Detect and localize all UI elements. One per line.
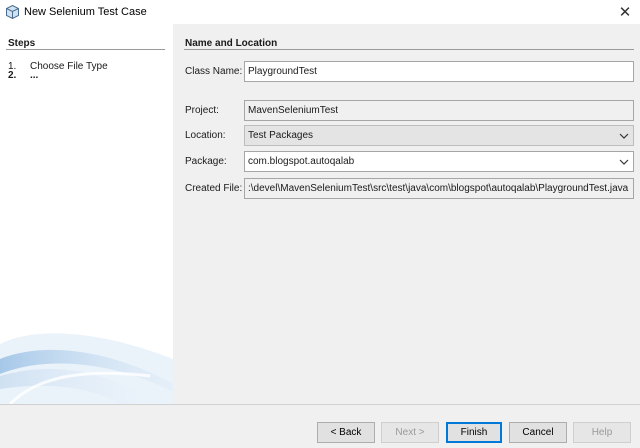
step-label: Choose File Type <box>30 61 108 72</box>
created-file-field: :\devel\MavenSeleniumTest\src\test\java\… <box>244 178 634 199</box>
back-button[interactable]: < Back <box>317 422 375 443</box>
class-name-value: PlaygroundTest <box>248 66 317 77</box>
steps-heading: Steps <box>8 38 36 49</box>
project-value: MavenSeleniumTest <box>248 105 339 116</box>
next-button[interactable]: Next > <box>381 422 439 443</box>
close-button[interactable]: ✕ <box>610 0 640 24</box>
chevron-down-icon <box>619 159 629 165</box>
chevron-down-icon <box>619 133 629 139</box>
step-number: 2. <box>8 70 17 81</box>
steps-panel: Steps 1. Choose File Type 2.... <box>0 24 173 404</box>
location-value: Test Packages <box>248 130 314 141</box>
decorative-swoosh-image <box>0 333 173 404</box>
created-file-value: :\devel\MavenSeleniumTest\src\test\java\… <box>248 183 629 194</box>
section-divider <box>184 49 634 50</box>
finish-button[interactable]: Finish <box>446 422 502 443</box>
cancel-button[interactable]: Cancel <box>509 422 567 443</box>
step-item-current: 2.... <box>8 70 38 81</box>
title-bar: New Selenium Test Case ✕ <box>0 0 640 24</box>
help-button[interactable]: Help <box>573 422 631 443</box>
close-icon: ✕ <box>618 4 632 21</box>
wizard-button-bar: < Back Next > Finish Cancel Help <box>0 404 640 448</box>
app-cube-icon <box>6 5 19 19</box>
class-name-input[interactable]: PlaygroundTest <box>244 61 634 82</box>
project-label: Project: <box>185 105 219 116</box>
created-file-label: Created File: <box>185 183 243 194</box>
steps-divider <box>6 49 165 50</box>
class-name-label: Class Name: <box>185 66 243 77</box>
project-field: MavenSeleniumTest <box>244 100 634 121</box>
package-label: Package: <box>185 156 227 167</box>
location-dropdown[interactable]: Test Packages <box>244 125 634 146</box>
window-title: New Selenium Test Case <box>24 6 147 18</box>
step-label: ... <box>30 70 39 81</box>
location-label: Location: <box>185 130 226 141</box>
section-title: Name and Location <box>185 38 278 49</box>
name-location-panel: Name and Location Class Name: Playground… <box>173 24 640 404</box>
package-value: com.blogspot.autoqalab <box>248 156 355 167</box>
package-combobox[interactable]: com.blogspot.autoqalab <box>244 151 634 172</box>
